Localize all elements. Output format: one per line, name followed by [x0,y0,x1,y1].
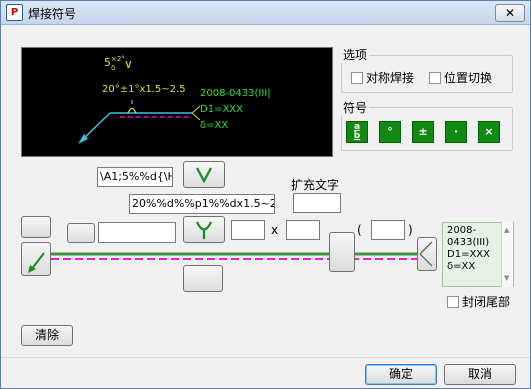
tail-annotation-text: 2008- 0433(III) D1=XXX δ=XX [447,225,490,273]
paren-open-label: ( [357,223,362,237]
tail-button[interactable] [417,237,437,271]
ok-button[interactable]: 确定 [365,364,437,385]
middle-text-input[interactable]: 20%%d%%p1%%dx1.5~2.5 [129,194,275,214]
footer-divider [1,357,530,358]
multiply-symbol-button[interactable]: × [478,121,500,143]
v-groove-icon [196,167,212,184]
close-button[interactable]: ✕ [495,4,525,22]
dot-symbol-button[interactable]: · [445,121,467,143]
tail-annot-line4: δ=XX [447,261,476,272]
tail-annot-line1: 2008- [447,225,477,236]
preview-annot3: δ=XX [200,120,228,131]
position-switch-box[interactable] [429,71,441,84]
cancel-button[interactable]: 取消 [444,364,516,385]
arrow-direction-button[interactable] [21,242,51,276]
size-input-3[interactable] [286,220,320,240]
symbols-group-label: 符号 [341,99,370,116]
middle-position-button[interactable] [329,232,355,272]
preview-drawing: 5 ×2° δ ∨ 20°±1°x1.5~2.5 2008-0433(III| … [78,55,271,144]
ext-text-input[interactable] [293,193,341,213]
u-groove-icon [196,221,212,239]
weld-preview-canvas: 5 ×2° δ ∨ 20°±1°x1.5~2.5 2008-0433(III| … [21,47,333,157]
tail-annot-line3: D1=XXX [447,249,490,260]
position-switch-checkbox[interactable]: 位置切换 [429,69,492,86]
tail-icon [419,241,433,267]
scroll-up-icon[interactable]: ▲ [504,226,509,234]
title-bar: P 焊接符号 ✕ [1,1,530,25]
tail-lower [191,112,201,121]
degree-symbol-button[interactable]: ° [379,121,401,143]
scroll-down-icon[interactable]: ▼ [504,274,509,282]
weld-symbol-dialog: P 焊接符号 ✕ 5 ×2° δ ∨ 20°±1°x1.5~2.5 2008-0… [0,0,531,389]
annotation-scrollbar[interactable]: ▲ ▼ [501,222,513,287]
closed-tail-box[interactable] [447,295,459,308]
symmetric-weld-box[interactable] [351,71,363,84]
symmetric-weld-checkbox[interactable]: 对称焊接 [351,69,414,86]
preview-annot1: 2008-0433(III| [200,88,271,99]
arrow-icon [28,252,45,273]
position-switch-label: 位置切换 [444,71,493,85]
plus-minus-symbol-button[interactable]: ± [412,121,434,143]
options-group-label: 选项 [341,46,370,63]
clear-button[interactable]: 清除 [21,325,73,346]
window-title: 焊接符号 [28,7,77,21]
upper-weld-type-button[interactable] [183,161,225,188]
tail-annot-line2: 0433(III) [447,237,490,248]
reference-line-diagram [51,252,419,260]
preview-line2: 20°±1°x1.5~2.5 [102,84,186,95]
left-size-input[interactable] [98,222,176,243]
tail-upper [191,105,201,114]
lower-weld-type-button[interactable] [183,216,225,243]
left-upper-button[interactable] [21,216,51,238]
preview-annot2: D1=XXX [200,104,243,115]
size-input-2[interactable] [231,220,265,240]
closed-tail-label: 封闭尾部 [462,295,511,309]
preview-line1-sym: ∨ [124,57,133,71]
preview-line1: 5 [104,56,111,69]
app-icon: P [6,4,23,21]
lower-center-button[interactable] [183,265,223,292]
size-input-4[interactable] [371,220,405,240]
left-field-button[interactable] [67,223,95,243]
preview-line1-sub: ×2° [111,55,125,63]
fraction-symbol-button[interactable]: ab [346,121,368,143]
symmetric-weld-label: 对称焊接 [366,71,415,85]
closed-tail-checkbox[interactable]: 封闭尾部 [447,293,510,310]
upper-text-input[interactable]: \A1;5%%d{\H0 [97,167,173,187]
preview-line1-c: δ [111,64,115,72]
times-label: x [271,223,279,237]
paren-close-label: ) [408,223,413,237]
ext-text-label: 扩充文字 [291,178,340,192]
